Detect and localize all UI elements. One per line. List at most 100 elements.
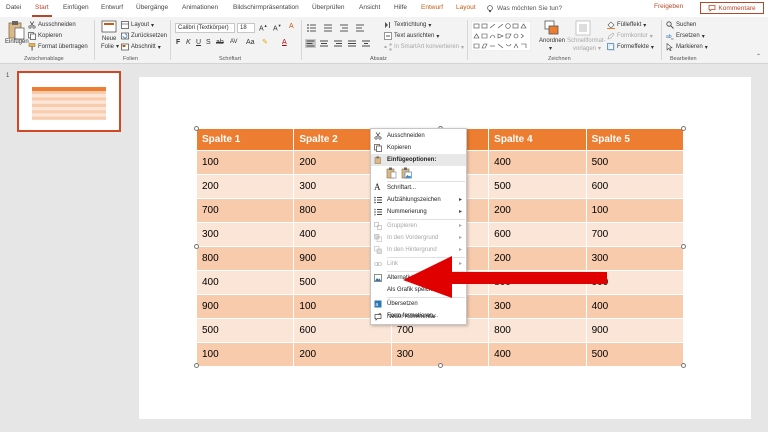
table-cell[interactable]: 400 <box>488 150 587 175</box>
new-slide-button[interactable]: Neue <box>102 36 116 42</box>
menu-item-cut[interactable]: Ausschneiden <box>371 130 466 142</box>
resize-handle-bottom[interactable] <box>438 363 443 368</box>
text-direction-button[interactable]: Textrichtung ▾ <box>384 21 431 29</box>
align-text-button[interactable]: Text ausrichten ▾ <box>384 32 439 40</box>
resize-handle-right[interactable] <box>681 244 686 249</box>
cut-button[interactable]: Ausschneiden <box>28 21 76 29</box>
menu-item-new-comment[interactable]: Neuer Kommentar <box>371 311 466 323</box>
tab-ueberpruefen[interactable]: Überprüfen <box>312 4 345 11</box>
table-header-cell[interactable]: Spalte 1 <box>195 128 295 151</box>
find-button[interactable]: Suchen <box>666 21 696 29</box>
share-button[interactable]: Freigeben <box>654 3 683 10</box>
font-color-icon[interactable]: A <box>282 39 287 46</box>
table-cell[interactable]: 600 <box>488 222 587 247</box>
tab-table-entwurf[interactable]: Entwurf <box>421 4 443 11</box>
italic-icon[interactable]: K <box>186 39 191 46</box>
character-spacing-icon[interactable]: AV <box>230 39 238 45</box>
quick-styles-dropdown[interactable]: vorlagen ▾ <box>573 45 601 53</box>
table-cell[interactable]: 100 <box>195 342 295 367</box>
change-case-icon[interactable]: Aa <box>246 39 255 46</box>
collapse-ribbon-icon[interactable]: ⌃ <box>756 53 761 60</box>
tab-entwurf[interactable]: Entwurf <box>101 4 123 11</box>
copy-button[interactable]: Kopieren <box>28 32 62 40</box>
resize-handle-top-left[interactable] <box>194 126 199 131</box>
slide-thumbnail[interactable] <box>17 71 121 132</box>
table-cell[interactable]: 200 <box>293 342 392 367</box>
menu-item-label: In den Vordergrund <box>387 235 439 241</box>
alignment-buttons-icon[interactable] <box>305 39 381 48</box>
table-cell[interactable]: 700 <box>585 222 685 247</box>
shape-outline-button[interactable]: Formkontur ▾ <box>607 32 653 40</box>
tab-einfuegen[interactable]: Einfügen <box>63 4 89 11</box>
tab-datei[interactable]: Datei <box>6 4 21 11</box>
convert-smartart-button[interactable]: In SmartArt konvertieren ▾ <box>384 43 464 51</box>
resize-handle-bottom-left[interactable] <box>194 363 199 368</box>
tab-table-layout[interactable]: Layout <box>456 4 476 11</box>
select-button[interactable]: Markieren ▾ <box>666 43 708 51</box>
menu-item-bring-to-front[interactable]: In den Vordergrund ▸ <box>371 232 466 244</box>
bold-icon[interactable]: F <box>176 39 180 46</box>
paste-as-picture-icon[interactable] <box>401 167 412 179</box>
layout-button[interactable]: Layout ▾ <box>121 21 154 29</box>
comments-button[interactable]: Kommentare <box>700 2 764 14</box>
menu-item-numbering[interactable]: Nummerierung ▸ <box>371 206 466 218</box>
menu-item-bullets[interactable]: Aufzählungszeichen ▸ <box>371 194 466 206</box>
paste-keep-formatting-icon[interactable] <box>386 167 397 179</box>
shapes-gallery[interactable] <box>471 21 531 51</box>
resize-handle-top-right[interactable] <box>681 126 686 131</box>
table-cell[interactable]: 500 <box>585 342 685 367</box>
font-name-combobox[interactable]: Calibri (Textkörper) <box>175 23 235 33</box>
table-cell[interactable]: 200 <box>488 198 587 223</box>
table-cell[interactable]: 500 <box>195 318 295 343</box>
font-size-combobox[interactable]: 18 <box>237 23 255 33</box>
tab-ansicht[interactable]: Ansicht <box>359 4 380 11</box>
new-slide-dropdown[interactable]: Folie ▾ <box>101 43 119 51</box>
reset-label: Zurücksetzen <box>131 33 168 39</box>
tab-bildschirmpraesentation[interactable]: Bildschirmpräsentation <box>233 4 299 11</box>
clear-formatting-icon[interactable]: A <box>289 23 294 30</box>
table-cell[interactable]: 100 <box>585 198 685 223</box>
table-cell[interactable]: 600 <box>585 174 685 199</box>
table-cell[interactable]: 400 <box>488 342 587 367</box>
shape-fill-button[interactable]: Fülleffekt ▾ <box>607 21 646 29</box>
shrink-font-icon[interactable]: A▼ <box>273 23 282 32</box>
tab-animationen[interactable]: Animationen <box>182 4 218 11</box>
tab-start[interactable]: Start <box>35 4 49 11</box>
underline-icon[interactable]: U <box>196 39 201 46</box>
grow-font-icon[interactable]: A▲ <box>259 23 268 32</box>
table-cell[interactable]: 500 <box>488 174 587 199</box>
tell-me-box[interactable]: Was möchten Sie tun? <box>486 3 562 14</box>
quick-styles-button[interactable]: Schnellformat- <box>567 38 606 44</box>
table-cell[interactable]: 800 <box>488 318 587 343</box>
table-header-cell[interactable]: Spalte 5 <box>585 128 685 151</box>
highlight-icon[interactable]: ✎ <box>262 38 268 46</box>
menu-item-font[interactable]: A Schriftart... <box>371 182 466 194</box>
table-cell[interactable]: 900 <box>585 318 685 343</box>
table-cell[interactable]: 900 <box>195 294 295 319</box>
menu-item-copy[interactable]: Kopieren <box>371 142 466 154</box>
format-painter-button[interactable]: Format übertragen <box>28 43 88 51</box>
shape-effects-button[interactable]: Formeffekte ▾ <box>607 43 654 51</box>
arrange-button[interactable]: Anordnen <box>539 38 565 44</box>
paste-button[interactable]: Einfügen <box>5 39 29 45</box>
replace-button[interactable]: ab Ersetzen ▾ <box>666 32 705 40</box>
resize-handle-left[interactable] <box>194 244 199 249</box>
comment-icon <box>374 314 382 321</box>
table-cell[interactable]: 100 <box>195 150 295 175</box>
table-cell[interactable]: 800 <box>195 246 295 271</box>
table-header-cell[interactable]: Spalte 4 <box>488 128 587 151</box>
list-buttons-icon[interactable] <box>306 23 376 32</box>
menu-item-group[interactable]: Gruppieren ▸ <box>371 220 466 232</box>
reset-button[interactable]: Zurücksetzen <box>121 32 167 40</box>
table-cell[interactable]: 700 <box>195 198 295 223</box>
table-cell[interactable]: 300 <box>195 222 295 247</box>
tab-hilfe[interactable]: Hilfe <box>394 4 407 11</box>
shadow-icon[interactable]: S <box>206 39 211 46</box>
table-cell[interactable]: 400 <box>195 270 295 295</box>
tab-uebergaenge[interactable]: Übergänge <box>136 4 168 11</box>
table-cell[interactable]: 200 <box>195 174 295 199</box>
resize-handle-bottom-right[interactable] <box>681 363 686 368</box>
strikethrough-icon[interactable]: ab <box>216 39 224 46</box>
table-cell[interactable]: 500 <box>585 150 685 175</box>
section-button[interactable]: Abschnitt ▾ <box>121 43 161 51</box>
